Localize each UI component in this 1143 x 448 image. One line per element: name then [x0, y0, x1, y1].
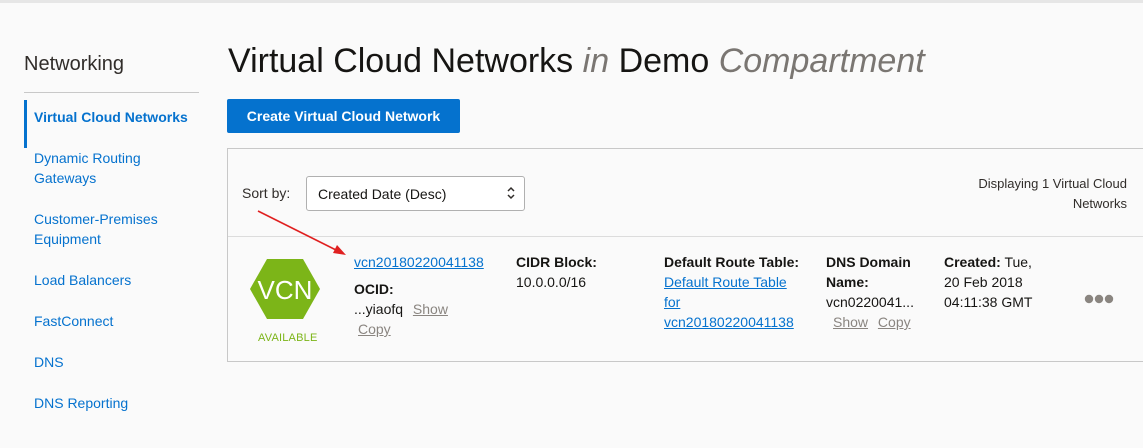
dns-copy-link[interactable]: Copy [878, 314, 911, 330]
vcn-hexagon-icon: VCN [250, 259, 320, 319]
created-label: Created: [944, 254, 1001, 270]
dns-value: vcn0220041... [826, 294, 914, 310]
sidebar-divider [24, 92, 199, 93]
route-table-link[interactable]: Default Route Table for vcn2018022004113… [664, 274, 794, 330]
route-table-column: Default Route Table: Default Route Table… [664, 252, 806, 332]
sidebar-item-customer-premises-equipment[interactable]: Customer-Premises Equipment [24, 209, 174, 249]
page-title: Virtual Cloud Networks in Demo Compartme… [228, 42, 925, 81]
vcn-list-panel: Sort by: Created Date (Desc) Displaying … [227, 148, 1143, 362]
cidr-value: 10.0.0.0/16 [516, 274, 587, 290]
sidebar-item-dynamic-routing-gateways[interactable]: Dynamic Routing Gateways [24, 148, 164, 188]
sidebar-item-fastconnect[interactable]: FastConnect [24, 311, 204, 331]
dns-label: DNS Domain Name: [826, 254, 911, 290]
page-title-main: Virtual Cloud Networks [228, 42, 574, 80]
sidebar-title: Networking [24, 53, 125, 75]
sidebar-item-virtual-cloud-networks[interactable]: Virtual Cloud Networks [24, 100, 204, 148]
sidebar-item-load-balancers[interactable]: Load Balancers [24, 270, 204, 290]
ocid-copy-link[interactable]: Copy [358, 321, 391, 337]
ocid-value: ...yiaofq [354, 301, 404, 317]
sort-select-value: Created Date (Desc) [318, 186, 447, 202]
chevron-updown-icon [507, 186, 515, 200]
cidr-column: CIDR Block: 10.0.0.0/16 [516, 252, 646, 292]
list-toolbar: Sort by: Created Date (Desc) Displaying … [228, 149, 1143, 237]
cidr-label: CIDR Block: [516, 254, 597, 270]
vcn-name-column: vcn20180220041138 OCID: ...yiaofq Show C… [354, 252, 504, 339]
dns-show-link[interactable]: Show [833, 314, 868, 330]
vcn-icon-label: VCN [258, 275, 313, 305]
ocid-label: OCID: [354, 281, 394, 297]
route-table-label: Default Route Table: [664, 254, 800, 270]
vcn-name-link[interactable]: vcn20180220041138 [354, 254, 484, 270]
sort-label: Sort by: [242, 185, 291, 201]
create-vcn-button[interactable]: Create Virtual Cloud Network [227, 99, 460, 133]
created-column: Created: Tue, 20 Feb 2018 04:11:38 GMT [944, 252, 1044, 312]
page-title-suffix: Compartment [718, 42, 925, 80]
page-title-in: in [582, 42, 610, 80]
sidebar-nav: Virtual Cloud Networks Dynamic Routing G… [24, 100, 204, 413]
sort-select[interactable]: Created Date (Desc) [306, 176, 525, 211]
ocid-show-link[interactable]: Show [413, 301, 448, 317]
display-count: Displaying 1 Virtual Cloud Networks [978, 176, 1127, 211]
sidebar-item-dns-reporting[interactable]: DNS Reporting [24, 393, 204, 413]
more-actions-icon[interactable] [1084, 294, 1114, 304]
top-border [0, 0, 1143, 3]
page-title-compartment: Demo [618, 42, 710, 80]
dns-column: DNS Domain Name: vcn0220041... Show Copy [826, 252, 926, 332]
sidebar-item-dns[interactable]: DNS [24, 352, 204, 372]
status-badge: AVAILABLE [258, 332, 318, 344]
